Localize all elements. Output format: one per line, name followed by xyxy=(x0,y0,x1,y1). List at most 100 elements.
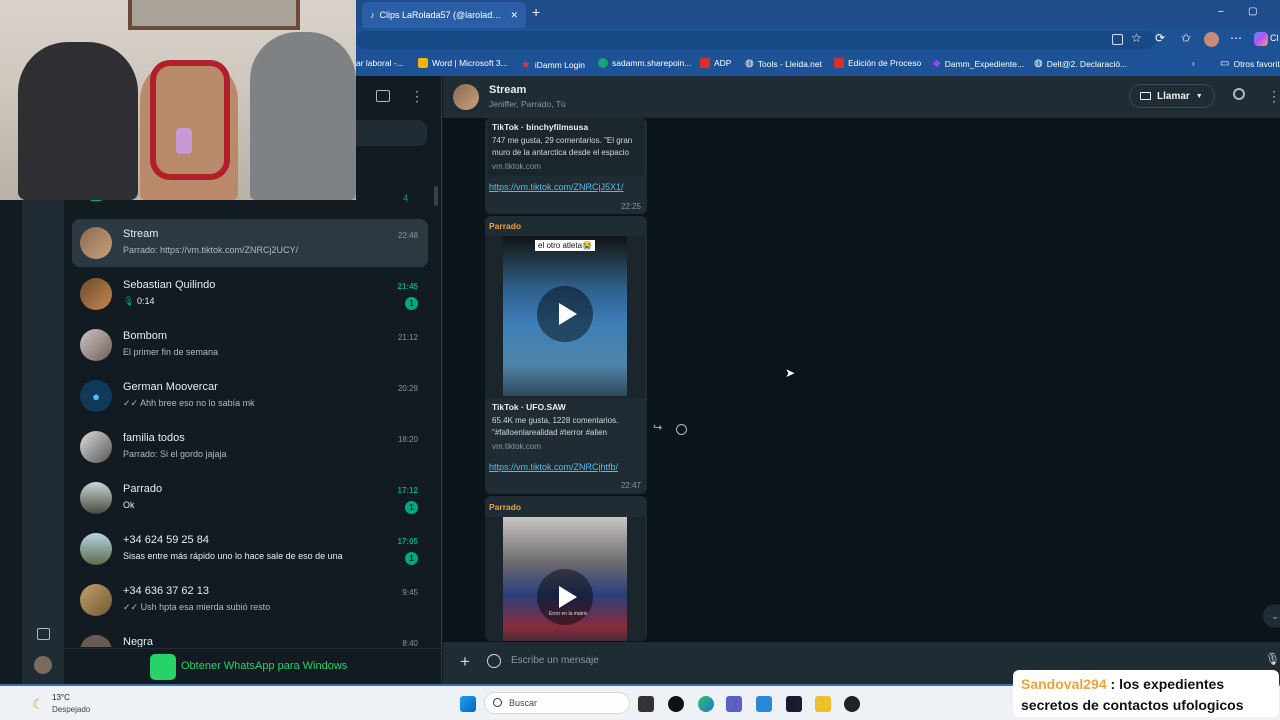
teams-icon[interactable] xyxy=(726,696,742,712)
moon-icon: ☾ xyxy=(32,696,45,712)
chat-row[interactable]: Bombom El primer fin de semana 21:12 xyxy=(72,321,428,369)
chat-time: 8:40 xyxy=(402,639,418,647)
chevron-down-icon: ▼ xyxy=(1195,92,1203,100)
file-explorer-icon[interactable] xyxy=(815,696,831,712)
store-icon[interactable] xyxy=(756,696,772,712)
sticker-icon[interactable] xyxy=(487,654,501,668)
video-thumbnail[interactable]: Error en la matrix xyxy=(485,517,645,641)
bookmark-item[interactable]: ◍ Delt@2. Declaració... xyxy=(1034,58,1127,69)
link-preview[interactable]: TikTok · UFO.SAW 65.4K me gusta, 1228 co… xyxy=(488,400,644,454)
sharepoint-icon xyxy=(598,58,608,68)
wall-frame xyxy=(128,0,300,30)
message-bubble[interactable]: Parrado el otro atleta😭 TikTok · UFO.SAW… xyxy=(485,216,647,494)
extensions-icon[interactable] xyxy=(1112,34,1123,45)
bookmark-item[interactable]: Word | Microsoft 3... xyxy=(418,58,508,68)
chat-time: 17:12 xyxy=(397,486,418,495)
bookmark-item[interactable]: ◆ Damm_Expediente... xyxy=(933,58,1024,69)
video-thumbnail[interactable]: el otro atleta😭 xyxy=(485,236,645,398)
menu-icon[interactable]: ⋮ xyxy=(1267,88,1280,105)
bookmark-item[interactable]: ◍ Tools - Lleida.net xyxy=(745,58,822,69)
bookmark-item[interactable]: sadamm.sharepoin... xyxy=(598,58,691,68)
chat-name: Stream xyxy=(123,228,159,240)
chat-row[interactable]: Negra 8:40 xyxy=(72,627,428,647)
more-menu-icon[interactable]: ⋯ xyxy=(1230,31,1242,45)
message-bubble[interactable]: Parrado Error en la matrix xyxy=(485,496,647,641)
bookmark-item[interactable]: Edición de Proceso xyxy=(834,58,921,68)
copilot-icon[interactable] xyxy=(1254,32,1268,46)
chat-time: 21:12 xyxy=(397,333,418,342)
message-sender: Parrado xyxy=(489,502,522,512)
star-icon: ★ xyxy=(521,59,531,71)
new-chat-icon[interactable] xyxy=(376,90,390,102)
microphone-icon[interactable]: 🎙 xyxy=(1265,652,1280,666)
favorite-star-icon[interactable]: ☆ xyxy=(1131,31,1142,45)
task-view-icon[interactable] xyxy=(638,696,654,712)
profile-avatar[interactable] xyxy=(1204,32,1219,47)
get-app-banner[interactable]: Obtener WhatsApp para Windows xyxy=(64,648,441,684)
chat-row[interactable]: ● German Moovercar ✓✓ Ahh bree eso no lo… xyxy=(72,372,428,420)
tiktok-icon[interactable] xyxy=(668,696,684,712)
chat-row[interactable]: +34 624 59 25 84 Sisas entre más rápido … xyxy=(72,525,428,573)
taskbar-search[interactable]: Buscar xyxy=(484,692,630,714)
globe-icon: ◍ xyxy=(1034,58,1043,69)
media-icon[interactable] xyxy=(37,628,50,640)
message-sender: Parrado xyxy=(489,221,522,231)
group-avatar xyxy=(80,227,112,259)
group-avatar xyxy=(80,431,112,463)
adp-icon xyxy=(834,58,844,68)
webcam-overlay xyxy=(0,0,356,200)
bookmark-folder[interactable]: ▭ Otros favorit xyxy=(1220,58,1280,69)
chat-time: 22:48 xyxy=(397,231,418,240)
chat-row[interactable]: Parrado Ok 17:12 1 xyxy=(72,474,428,522)
new-tab-button[interactable]: + xyxy=(532,4,540,20)
affinity-icon[interactable] xyxy=(786,696,802,712)
edge-icon[interactable] xyxy=(698,696,714,712)
chat-row[interactable]: familia todos Parrado: Si el gordo jajaj… xyxy=(72,423,428,471)
preview-domain: vm.tiktok.com xyxy=(492,162,541,171)
scrollbar[interactable] xyxy=(434,186,438,206)
chat-row[interactable]: +34 636 37 62 13 ✓✓ Ush hpta esa mierda … xyxy=(72,576,428,624)
gaming-chair xyxy=(150,60,230,180)
conversation-header[interactable]: Stream Jeniffer, Parrado, Tú Llamar ▼ ⋮ xyxy=(443,76,1280,118)
get-app-link[interactable]: Obtener WhatsApp para Windows xyxy=(181,660,347,672)
obs-icon[interactable] xyxy=(844,696,860,712)
bookmarks-overflow-icon[interactable]: › xyxy=(1192,58,1195,68)
forward-icon[interactable]: ↪ xyxy=(653,421,662,434)
contact-avatar xyxy=(80,329,112,361)
menu-icon[interactable]: ⋮ xyxy=(410,88,424,105)
message-link[interactable]: https://vm.tiktok.com/ZNRCjhtfb/ xyxy=(489,462,618,472)
weather-widget[interactable]: ☾ 13°C Despejado xyxy=(30,692,120,718)
globe-icon: ◍ xyxy=(745,58,754,69)
chat-last-message-row: 🎙 0:14 xyxy=(123,296,154,307)
emoji-react-icon[interactable] xyxy=(676,424,687,435)
search-icon[interactable] xyxy=(1233,88,1245,100)
message-input[interactable]: Escribe un mensaje xyxy=(511,655,599,666)
chat-row-stream[interactable]: Stream Parrado: https://vm.tiktok.com/ZN… xyxy=(72,219,428,267)
close-tab-icon[interactable]: ✕ xyxy=(510,10,518,21)
play-icon[interactable] xyxy=(537,286,593,342)
windows-start-icon[interactable] xyxy=(460,696,476,712)
double-check-icon: ✓✓ xyxy=(123,602,139,612)
message-link[interactable]: https://vm.tiktok.com/ZNRCjJ5X1/ xyxy=(489,182,624,192)
favorites-icon[interactable]: ✩ xyxy=(1181,31,1191,45)
address-bar[interactable] xyxy=(356,31,1156,49)
refresh-icon[interactable]: ⟳ xyxy=(1155,31,1165,45)
message-bubble[interactable]: TikTok · binchyfilmsusa 747 me gusta, 29… xyxy=(485,118,647,214)
person-icon: ● xyxy=(92,388,100,404)
attach-plus-icon[interactable]: + xyxy=(460,652,470,672)
scroll-down-button[interactable]: ⌄ xyxy=(1263,604,1280,628)
chat-last-message: Parrado: https://vm.tiktok.com/ZNRCj2UCY… xyxy=(123,245,299,255)
unread-badge: 1 xyxy=(405,297,418,310)
bookmark-item[interactable]: ar laboral -... xyxy=(356,58,404,68)
chat-name: familia todos xyxy=(123,432,185,444)
link-preview[interactable]: TikTok · binchyfilmsusa 747 me gusta, 29… xyxy=(488,118,644,176)
profile-avatar[interactable] xyxy=(34,656,52,674)
chat-row[interactable]: Sebastian Quilindo 🎙 0:14 21:45 1 xyxy=(72,270,428,318)
bookmark-item[interactable]: ADP xyxy=(700,58,731,68)
browser-tab[interactable]: ♪ Clips LaRolada57 (@larolada57) | T ✕ xyxy=(362,2,526,28)
call-button[interactable]: Llamar ▼ xyxy=(1129,84,1215,108)
bookmark-item[interactable]: ★ iDamm Login xyxy=(521,58,585,71)
maximize-button[interactable]: ▢ xyxy=(1248,6,1257,17)
minimize-button[interactable]: – xyxy=(1218,6,1224,17)
chat-name: +34 636 37 62 13 xyxy=(123,585,209,597)
